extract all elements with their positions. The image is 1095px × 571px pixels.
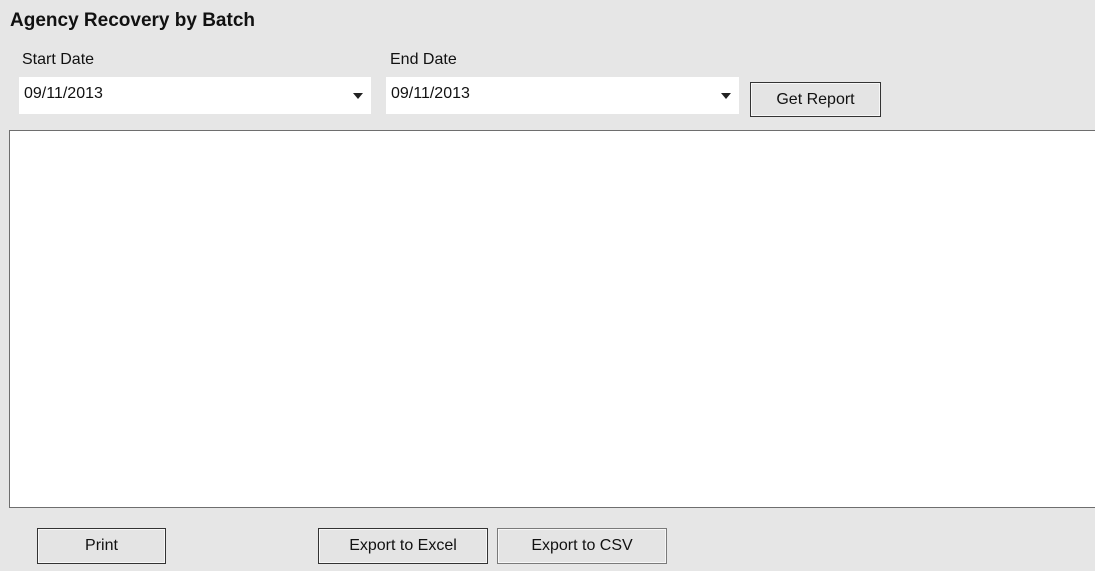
end-date-label: End Date [390, 51, 457, 68]
chevron-down-icon[interactable] [353, 93, 363, 99]
end-date-picker[interactable]: 09/11/2013 [386, 77, 739, 114]
report-window: Agency Recovery by Batch Start Date 09/1… [0, 0, 1095, 571]
end-date-value[interactable]: 09/11/2013 [391, 85, 470, 103]
report-viewer [9, 130, 1095, 508]
start-date-picker[interactable]: 09/11/2013 [19, 77, 371, 114]
print-button[interactable]: Print [37, 528, 166, 564]
page-title: Agency Recovery by Batch [10, 10, 255, 31]
start-date-label: Start Date [22, 51, 95, 68]
get-report-button[interactable]: Get Report [750, 82, 881, 117]
export-to-excel-button[interactable]: Export to Excel [318, 528, 488, 564]
start-date-value[interactable]: 09/11/2013 [24, 85, 103, 103]
export-to-csv-button[interactable]: Export to CSV [497, 528, 667, 564]
chevron-down-icon[interactable] [721, 93, 731, 99]
